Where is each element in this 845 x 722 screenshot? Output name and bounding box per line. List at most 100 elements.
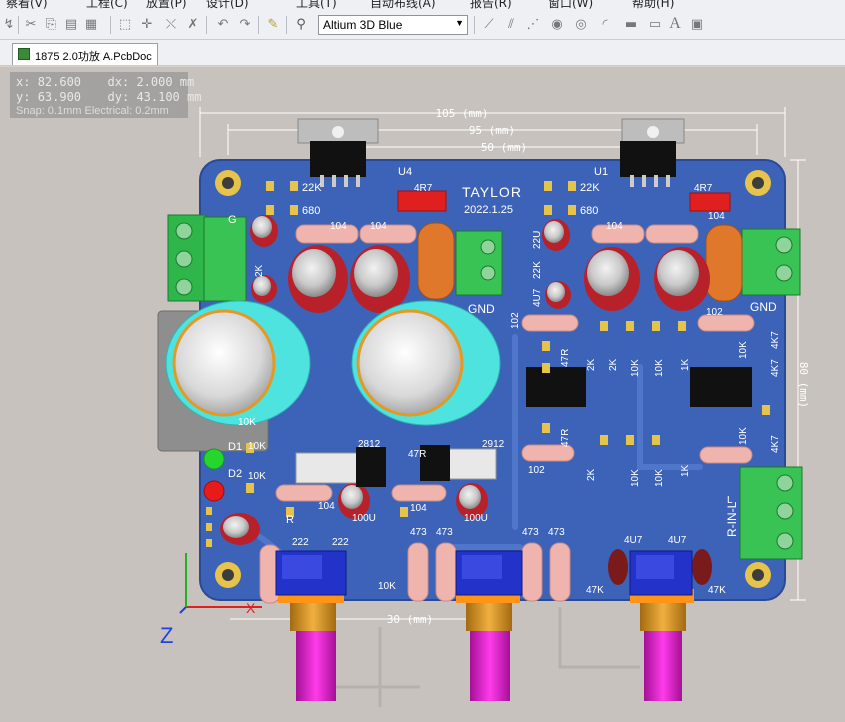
- potentiometer-middle[interactable]: [455, 550, 523, 701]
- toolbar-separator: [206, 16, 207, 34]
- move-icon[interactable]: ✛: [138, 15, 156, 33]
- pcb-label: 47K: [708, 585, 726, 596]
- x-axis-marker: X: [246, 600, 256, 616]
- cap-4u7-left: [608, 549, 628, 585]
- dim-50: 50 (mm): [481, 141, 527, 154]
- pcb-label: 4R7: [694, 183, 713, 194]
- menu-autoroute[interactable]: 自动布线(A): [370, 0, 436, 10]
- pcb-label: 10K: [738, 427, 749, 445]
- dim-95: 95 (mm): [469, 124, 515, 137]
- pcb-label: 473: [548, 527, 565, 538]
- u1-label: U1: [594, 166, 608, 178]
- potentiometer-left[interactable]: [275, 550, 347, 701]
- pcb-label: 47R: [560, 349, 571, 367]
- pcb-label: 47R: [408, 449, 426, 460]
- tab-pcb-document[interactable]: 1875 2.0功放 A.PcbDoc: [12, 43, 158, 65]
- view-config-select[interactable]: Altium 3D Blue ▼: [318, 15, 468, 35]
- highlight-icon[interactable]: ✎: [264, 15, 282, 33]
- dim-30: 30 (mm): [387, 613, 433, 626]
- menu-place[interactable]: 放置(P): [146, 0, 187, 10]
- menu-window[interactable]: 窗口(W): [548, 0, 593, 10]
- dim-80: 80 (mm): [797, 362, 810, 408]
- u4-label: U4: [398, 166, 412, 178]
- pcb-label: 102: [706, 307, 723, 318]
- document-tab-bar: 1875 2.0功放 A.PcbDoc: [0, 40, 845, 66]
- ic-u4: [297, 118, 379, 187]
- copy-icon[interactable]: ⎘: [42, 15, 60, 33]
- browse-icon[interactable]: ⚲: [292, 15, 310, 33]
- pcb-label: 22K: [580, 182, 600, 194]
- dy-label: dy:: [107, 90, 130, 104]
- pcb-label: 2912: [482, 439, 505, 450]
- film-cap-right: [705, 224, 743, 302]
- pcb-label: 4K7: [770, 359, 781, 377]
- pcb-label: 2K: [254, 264, 265, 277]
- pcb-label: 104: [410, 503, 427, 514]
- pcb-3d-render[interactable]: 105 (mm) 95 (mm) 50 (mm) 80 (mm) 30 (mm): [0, 67, 845, 722]
- interactive-route-icon[interactable]: ⟋: [480, 15, 498, 33]
- undo-icon[interactable]: ↶: [214, 15, 232, 33]
- pcb-3d-viewport[interactable]: 105 (mm) 95 (mm) 50 (mm) 80 (mm) 30 (mm): [0, 67, 845, 722]
- toolbar: ↯ ✂ ⎘ ▤ ▦ ⬚ ✛ ⤬ ✗ ↶ ↷ ✎ ⚲ Altium 3D Blue…: [0, 10, 845, 40]
- terminal-left-power: [167, 214, 247, 302]
- pcb-label: 473: [436, 527, 453, 538]
- pcb-label: 102: [510, 312, 521, 329]
- dx-value: 2.000: [136, 75, 173, 89]
- pcb-label: 4R7: [414, 183, 433, 194]
- pcb-label: 100U: [352, 513, 376, 524]
- potentiometer-right[interactable]: [629, 550, 694, 701]
- cap-4u7-right: [692, 549, 712, 585]
- multi-route-icon[interactable]: ⋰: [524, 15, 542, 33]
- pcb-label: 104: [318, 501, 335, 512]
- pcb-label: 4U7: [624, 535, 643, 546]
- polygon-icon[interactable]: ▭: [646, 15, 664, 33]
- transistor-2812: [295, 447, 386, 487]
- menu-tools[interactable]: 工具(T): [296, 0, 337, 10]
- pcb-label: 104: [330, 221, 347, 232]
- toolbar-separator: [258, 16, 259, 34]
- component-icon[interactable]: ▣: [688, 15, 706, 33]
- stamp-icon[interactable]: ▦: [82, 15, 100, 33]
- menu-view[interactable]: 察看(V): [6, 0, 48, 10]
- menu-reports[interactable]: 报告(R): [470, 0, 512, 10]
- ic-opamp-left: [526, 367, 586, 407]
- pad-icon[interactable]: ◉: [548, 15, 566, 33]
- toolbar-separator: [110, 16, 111, 34]
- redo-icon[interactable]: ↷: [236, 15, 254, 33]
- pcb-label: 10K: [248, 441, 266, 452]
- pcb-label: 473: [410, 527, 427, 538]
- deselect-icon[interactable]: ⤬: [162, 15, 180, 33]
- pcb-label: 4K7: [770, 331, 781, 349]
- pcb-label: 222: [332, 537, 349, 548]
- input-label: R-IN-L: [725, 501, 739, 537]
- clear-icon[interactable]: ✗: [184, 15, 202, 33]
- menu-project[interactable]: 工程(C): [86, 0, 128, 10]
- pcb-label: 2812: [358, 439, 381, 450]
- menu-design[interactable]: 设计(D): [206, 0, 249, 10]
- paste-icon[interactable]: ▤: [62, 15, 80, 33]
- via-icon[interactable]: ◎: [572, 15, 590, 33]
- diff-pair-icon[interactable]: ⫽: [502, 15, 520, 33]
- fill-icon[interactable]: ▬: [622, 15, 640, 33]
- ic-u1: [620, 118, 685, 187]
- select-rect-icon[interactable]: ⬚: [116, 15, 134, 33]
- arc-icon[interactable]: ◜: [596, 15, 614, 33]
- pcb-label: 4U7: [532, 288, 543, 307]
- route-icon[interactable]: ↯: [0, 15, 18, 33]
- pcb-label: 104: [606, 221, 623, 232]
- pcb-label: 10K: [248, 471, 266, 482]
- cut-icon[interactable]: ✂: [22, 15, 40, 33]
- menu-help[interactable]: 帮助(H): [632, 0, 674, 10]
- terminal-gnd-left: [455, 230, 503, 296]
- unit-label: mm: [187, 90, 202, 104]
- brand-label: TAYLOR: [462, 184, 522, 200]
- pcb-label: 10K: [630, 359, 641, 377]
- pcb-label: R: [286, 514, 294, 526]
- pcb-label: 2K: [586, 468, 597, 481]
- pcb-label: 22U: [532, 231, 543, 249]
- z-axis-label: Z: [160, 623, 173, 648]
- pcb-label: 1K: [680, 464, 691, 477]
- pcb-label: 22K: [532, 261, 543, 279]
- dx-label: dx:: [107, 75, 130, 89]
- text-icon[interactable]: A: [666, 15, 684, 33]
